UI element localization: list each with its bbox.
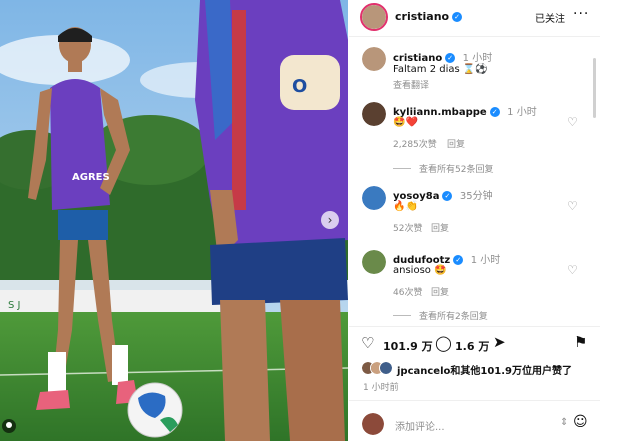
comment-username[interactable]: dudufootz ✓ 1 小时 (393, 251, 500, 266)
author-username[interactable]: cristiano ✓ (395, 10, 463, 23)
add-comment-input[interactable]: 添加评论... (395, 418, 445, 433)
shirt-sponsor-text: AGRES (72, 172, 110, 183)
view-replies-text: 查看所有52条回复 (419, 165, 494, 175)
post-photo[interactable]: S J AGRES O › (0, 0, 348, 441)
comment-likes[interactable]: 2,285次赞 (393, 137, 437, 150)
caption-avatar[interactable] (362, 47, 386, 71)
comment-text: 🤩❤️ (393, 117, 418, 128)
liker-avatar (379, 361, 393, 375)
like-comment-icon[interactable]: ♡ (567, 263, 578, 277)
verified-icon: ✓ (489, 107, 500, 117)
author-avatar[interactable] (360, 3, 388, 31)
comment-likes[interactable]: 46次赞 (393, 285, 422, 298)
comment-text: 🔥👏 (393, 201, 418, 212)
next-photo-button[interactable]: › (321, 211, 339, 229)
comment-likes[interactable]: 52次赞 (393, 221, 422, 234)
comment-time: 35分钟 (459, 191, 493, 202)
author-username-text: cristiano (395, 10, 450, 23)
comment-avatar[interactable] (362, 102, 386, 126)
comments-scrollbar[interactable] (593, 58, 596, 118)
share-icon[interactable]: ➤ (493, 333, 506, 351)
tagged-users-icon[interactable] (2, 419, 16, 433)
caption-username-text: cristiano (393, 53, 443, 64)
resize-handle-icon[interactable]: ⇕ (560, 417, 568, 428)
svg-text:O: O (292, 76, 307, 97)
view-replies-text: 查看所有2条回复 (419, 312, 488, 322)
comment-icon[interactable]: ◯ (435, 334, 452, 352)
view-replies-link[interactable]: 查看所有52条回复 (393, 162, 493, 175)
verified-icon: ✓ (452, 12, 463, 22)
emoji-picker-icon[interactable]: ☺ (573, 414, 588, 430)
post-timestamp: 1 小时前 (363, 383, 399, 393)
comments-count[interactable]: 1.6 万 (455, 338, 489, 354)
caption-text: Faltam 2 dias ⌛⚽ (393, 64, 488, 75)
current-user-avatar (362, 413, 384, 435)
comment-text: ansioso 🤩 (393, 265, 447, 276)
comment-avatar[interactable] (362, 250, 386, 274)
comment-avatar[interactable] (362, 186, 386, 210)
caption-time: 1 小时 (462, 53, 493, 64)
more-options-icon[interactable]: ··· (573, 6, 589, 22)
page-margin (600, 0, 620, 441)
verified-icon: ✓ (453, 255, 464, 265)
post-header: cristiano ✓ 已关注 ··· (349, 0, 600, 37)
section-divider (349, 400, 600, 401)
view-replies-link[interactable]: 查看所有2条回复 (393, 309, 488, 322)
post-side-panel: cristiano ✓ 已关注 ··· cristiano ✓ 1 小时 Falta… (349, 0, 600, 441)
save-bookmark-icon[interactable]: ⚑ (574, 333, 587, 351)
liked-by-text[interactable]: jpcancelo和其他101.9万位用户赞了 (397, 362, 572, 377)
comment-time: 1 小时 (507, 107, 537, 118)
comment-time: 1 小时 (470, 255, 501, 266)
like-post-icon[interactable]: ♡ (361, 334, 374, 352)
like-comment-icon[interactable]: ♡ (567, 199, 578, 213)
section-divider (349, 326, 600, 327)
comment-username[interactable]: kyliiann.mbappe ✓ 1 小时 (393, 103, 537, 118)
caption-username[interactable]: cristiano ✓ 1 小时 (393, 49, 492, 64)
verified-icon: ✓ (442, 191, 453, 201)
comment-username[interactable]: yosoy8a ✓ 35分钟 (393, 187, 493, 202)
reply-button[interactable]: 回复 (447, 137, 465, 150)
verified-icon: ✓ (445, 53, 456, 63)
sign-text: S J (8, 300, 20, 311)
training-photo: S J AGRES O (0, 0, 348, 441)
replies-line (393, 315, 411, 316)
replies-line (393, 168, 411, 169)
reply-button[interactable]: 回复 (431, 285, 449, 298)
following-button[interactable]: 已关注 (535, 10, 565, 25)
likes-count[interactable]: 101.9 万 (383, 338, 433, 354)
reply-button[interactable]: 回复 (431, 221, 449, 234)
like-comment-icon[interactable]: ♡ (567, 115, 578, 129)
see-translation-link[interactable]: 查看翻译 (393, 78, 429, 91)
